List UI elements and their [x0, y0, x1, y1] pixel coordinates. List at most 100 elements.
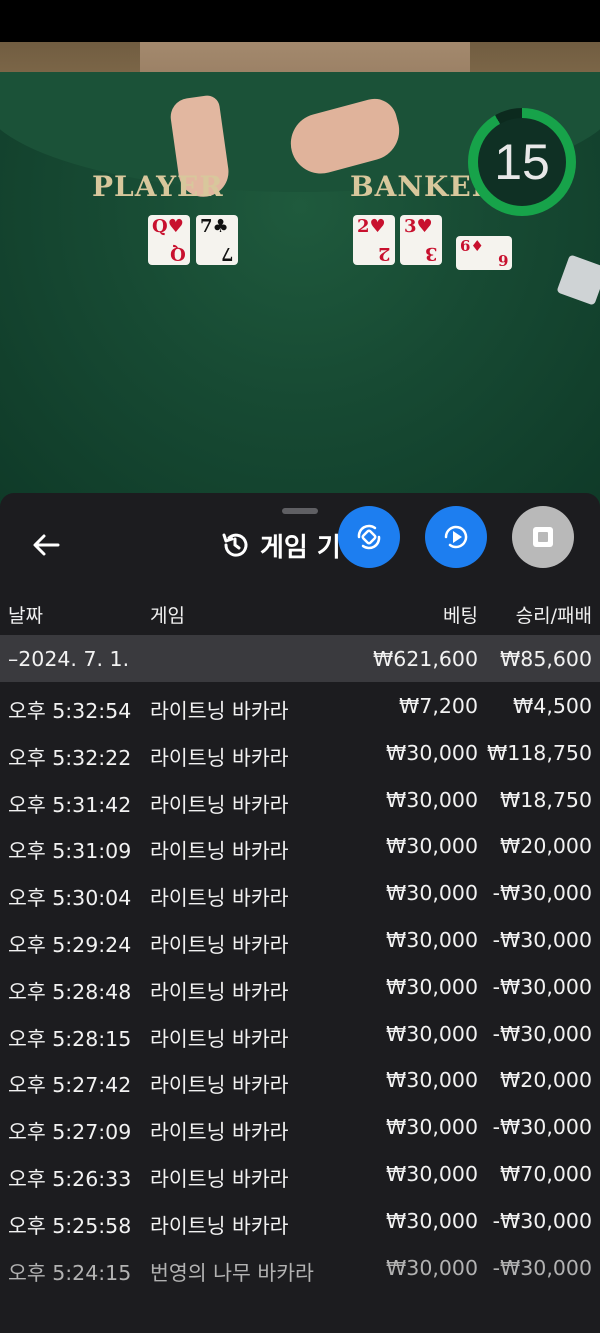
live-video: PLAYER BANKER Q♥ Q 7♣ 7 2♥ 2 3♥ 3 6♦ 6 1…	[0, 42, 600, 512]
row-bet: ₩30,000	[386, 1068, 478, 1093]
game-history-sheet: 게임 기 날짜 게임 베팅 승리/패배 –2024. 7. 1. ₩621,60…	[0, 493, 600, 1333]
sheet-header: 게임 기	[220, 525, 341, 565]
sheet-grabber[interactable]	[282, 508, 318, 514]
row-bet: ₩30,000	[386, 1208, 478, 1233]
card-rank-bottom: 7	[221, 243, 234, 264]
row-win: ₩18,750	[500, 787, 592, 812]
history-row[interactable]: 오후 5:25:58 라이트닝 바카라 ₩30,000 -₩30,000	[0, 1197, 600, 1244]
row-bet: ₩30,000	[386, 834, 478, 859]
row-win: -₩30,000	[492, 1021, 592, 1046]
player-card-2: 7♣ 7	[196, 215, 238, 265]
row-game: 라이트닝 바카라	[150, 839, 289, 864]
row-time: 오후 5:28:48	[8, 979, 132, 1004]
row-game: 라이트닝 바카라	[150, 745, 289, 770]
rotate-button[interactable]	[338, 506, 400, 568]
row-time: 오후 5:32:54	[8, 699, 132, 723]
history-row[interactable]: 오후 5:30:04 라이트닝 바카라 ₩30,000 -₩30,000	[0, 869, 600, 916]
row-win: ₩20,000	[500, 1068, 592, 1093]
row-bet: ₩30,000	[386, 974, 478, 999]
row-time: 오후 5:31:42	[8, 792, 132, 817]
row-win: ₩4,500	[513, 694, 592, 718]
row-game: 번영의 나무 바카라	[150, 1260, 314, 1285]
col-date: 날짜	[8, 605, 43, 627]
row-win: -₩30,000	[492, 1115, 592, 1140]
card-suit: ♥	[369, 216, 386, 237]
row-game: 라이트닝 바카라	[150, 979, 289, 1004]
card-rank-bottom: 6	[497, 251, 508, 269]
col-game: 게임	[150, 605, 185, 627]
row-game: 라이트닝 바카라	[150, 1073, 289, 1098]
row-game: 라이트닝 바카라	[150, 886, 289, 911]
row-time: 오후 5:31:09	[8, 839, 132, 864]
banker-card-2: 3♥ 3	[400, 215, 442, 265]
player-label: PLAYER	[92, 170, 224, 203]
history-row[interactable]: 오후 5:32:22 라이트닝 바카라 ₩30,000 ₩118,750	[0, 729, 600, 776]
date-summary-row[interactable]: –2024. 7. 1. ₩621,600 ₩85,600	[0, 635, 600, 682]
row-win: ₩70,000	[500, 1162, 592, 1186]
row-time: 오후 5:27:09	[8, 1120, 132, 1145]
history-row[interactable]: 오후 5:28:15 라이트닝 바카라 ₩30,000 -₩30,000	[0, 1010, 600, 1057]
status-bar	[0, 0, 600, 42]
card-rank-bottom: 2	[378, 243, 391, 264]
row-game: 라이트닝 바카라	[150, 1167, 289, 1191]
row-bet: ₩30,000	[386, 1115, 478, 1140]
row-game: 라이트닝 바카라	[150, 792, 289, 817]
row-time: 오후 5:32:22	[8, 745, 132, 770]
page-title: 게임 기	[260, 532, 341, 563]
summary-win: ₩85,600	[500, 647, 592, 671]
summary-date: –2024. 7. 1.	[8, 647, 130, 671]
card-suit: ♣	[212, 216, 229, 237]
row-bet: ₩30,000	[386, 740, 478, 765]
row-bet: ₩30,000	[386, 1021, 478, 1046]
row-bet: ₩30,000	[386, 1255, 478, 1280]
banker-card-1: 2♥ 2	[353, 215, 395, 265]
history-row[interactable]: 오후 5:26:33 라이트닝 바카라 ₩30,000 ₩70,000	[0, 1150, 600, 1197]
history-row[interactable]: 오후 5:28:48 라이트닝 바카라 ₩30,000 -₩30,000	[0, 963, 600, 1010]
back-button[interactable]	[28, 527, 64, 563]
row-win: ₩20,000	[500, 834, 592, 859]
row-time: 오후 5:28:15	[8, 1026, 132, 1051]
row-win: -₩30,000	[492, 881, 592, 906]
row-bet: ₩30,000	[386, 928, 478, 952]
card-suit: ♥	[167, 216, 184, 237]
card-rank-bottom: 3	[425, 243, 438, 264]
banker-card-3: 6♦ 6	[456, 236, 512, 270]
row-time: 오후 5:26:33	[8, 1167, 132, 1191]
row-bet: ₩30,000	[386, 881, 478, 906]
row-game: 라이트닝 바카라	[150, 1213, 289, 1238]
row-win: -₩30,000	[492, 974, 592, 999]
row-win: -₩30,000	[492, 1255, 592, 1280]
row-win: -₩30,000	[492, 1208, 592, 1233]
col-win: 승리/패배	[515, 605, 592, 627]
history-row[interactable]: 오후 5:32:54 라이트닝 바카라 ₩7,200 ₩4,500	[0, 682, 600, 729]
arrow-left-icon	[33, 534, 60, 556]
history-row[interactable]: 오후 5:27:42 라이트닝 바카라 ₩30,000 ₩20,000	[0, 1056, 600, 1103]
row-win: ₩118,750	[486, 740, 592, 765]
row-bet: ₩7,200	[399, 694, 478, 718]
row-game: 라이트닝 바카라	[150, 699, 289, 723]
rotate-icon	[357, 524, 381, 550]
player-card-1: Q♥ Q	[148, 215, 190, 265]
stop-button[interactable]	[512, 506, 574, 568]
row-game: 라이트닝 바카라	[150, 1026, 289, 1051]
timer-value: 15	[478, 118, 566, 206]
row-game: 라이트닝 바카라	[150, 1120, 289, 1145]
card-suit: ♥	[416, 216, 433, 237]
history-row[interactable]: 오후 5:24:15 번영의 나무 바카라 ₩30,000 -₩30,000	[0, 1244, 600, 1291]
row-bet: ₩30,000	[386, 1162, 478, 1186]
row-time: 오후 5:24:15	[8, 1260, 132, 1285]
card-shoe	[556, 254, 600, 306]
history-row[interactable]: 오후 5:27:09 라이트닝 바카라 ₩30,000 -₩30,000	[0, 1103, 600, 1150]
card-suit: ♦	[470, 237, 484, 255]
play-circle-icon	[444, 525, 468, 549]
replay-button[interactable]	[425, 506, 487, 568]
table-header: 날짜 게임 베팅 승리/패배	[0, 593, 600, 633]
countdown-timer: 15	[468, 108, 576, 216]
card-rank: 6	[460, 237, 471, 255]
row-time: 오후 5:29:24	[8, 933, 132, 957]
history-row[interactable]: 오후 5:31:42 라이트닝 바카라 ₩30,000 ₩18,750	[0, 776, 600, 823]
history-row[interactable]: 오후 5:29:24 라이트닝 바카라 ₩30,000 -₩30,000	[0, 916, 600, 963]
stop-icon	[533, 527, 553, 547]
history-row[interactable]: 오후 5:31:09 라이트닝 바카라 ₩30,000 ₩20,000	[0, 822, 600, 869]
row-bet: ₩30,000	[386, 787, 478, 812]
